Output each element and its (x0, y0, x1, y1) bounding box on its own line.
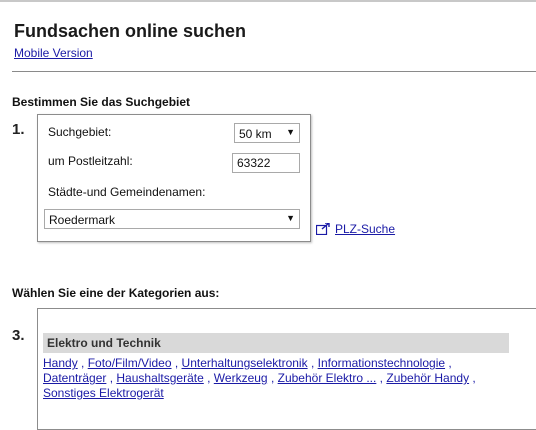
postcode-input[interactable] (232, 153, 300, 173)
step-number-3: 3. (12, 327, 25, 344)
category-link-zubehoer-elektro[interactable]: Zubehör Elektro ... (278, 371, 377, 385)
radius-select-value: 50 km (239, 127, 272, 141)
external-link-icon (316, 223, 330, 235)
city-select[interactable]: Roedermark ▼ (44, 209, 300, 229)
category-link-datentraeger[interactable]: Datenträger (43, 371, 106, 385)
mobile-version-link[interactable]: Mobile Version (14, 46, 93, 60)
category-link-informationstechnologie[interactable]: Informationstechnologie (318, 356, 445, 370)
top-border (0, 0, 536, 2)
page-title: Fundsachen online suchen (14, 21, 247, 41)
chevron-down-icon: ▼ (286, 213, 295, 223)
chevron-down-icon: ▼ (286, 127, 295, 137)
radius-select[interactable]: 50 km ▼ (234, 123, 300, 143)
plz-search-link[interactable]: PLZ-Suche (316, 222, 395, 236)
category-link-sonstiges-elektrogeraet[interactable]: Sonstiges Elektrogerät (43, 386, 164, 400)
category-group-header: Elektro und Technik (43, 333, 509, 353)
category-link-unterhaltungselektronik[interactable]: Unterhaltungselektronik (182, 356, 308, 370)
radius-label: Suchgebiet: (48, 125, 112, 139)
city-select-value: Roedermark (49, 213, 116, 227)
category-group-title: Elektro und Technik (47, 336, 161, 350)
category-link-list: Handy , Foto/Film/Video , Unterhaltungse… (43, 356, 476, 400)
header-divider (12, 71, 536, 72)
category-link-zubehoer-handy[interactable]: Zubehör Handy (386, 371, 469, 385)
search-area-heading: Bestimmen Sie das Suchgebiet (12, 95, 191, 109)
plz-search-label: PLZ-Suche (335, 222, 396, 236)
postcode-label: um Postleitzahl: (48, 154, 133, 168)
category-link-handy[interactable]: Handy (43, 356, 78, 370)
category-link-foto-film-video[interactable]: Foto/Film/Video (88, 356, 172, 370)
categories-heading: Wählen Sie eine der Kategorien aus: (12, 286, 220, 300)
category-link-haushaltsgeraete[interactable]: Haushaltsgeräte (116, 371, 203, 385)
city-label: Städte-und Gemeindenamen: (48, 185, 206, 199)
step-number-1: 1. (12, 121, 25, 138)
category-link-werkzeug[interactable]: Werkzeug (214, 371, 268, 385)
